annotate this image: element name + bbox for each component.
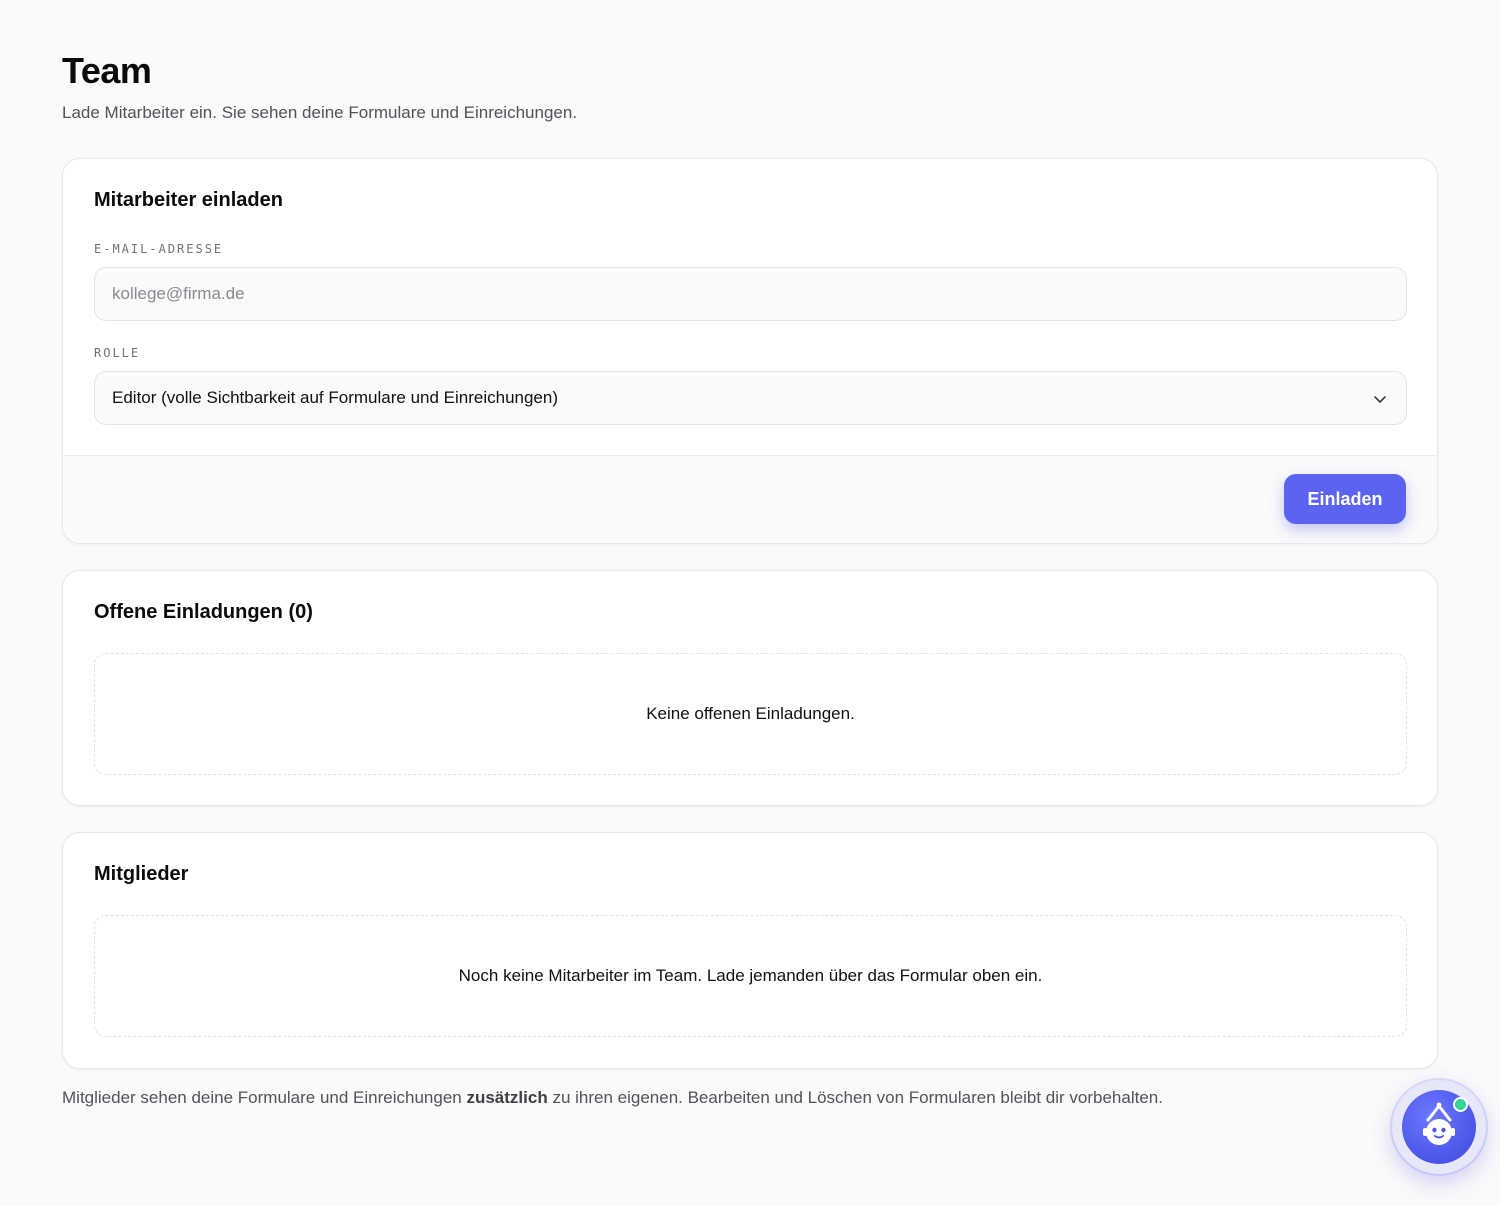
invite-card-footer: Einladen — [63, 455, 1437, 543]
members-empty-text: Noch keine Mitarbeiter im Team. Lade jem… — [458, 966, 1043, 985]
chevron-down-icon — [1374, 396, 1386, 403]
footnote-text-before: Mitglieder sehen deine Formulare und Ein… — [62, 1088, 467, 1107]
members-title: Mitglieder — [94, 863, 189, 885]
pending-invitations-title: Offene Einladungen (0) — [94, 601, 313, 623]
page-title: Team — [62, 50, 152, 91]
email-label: E-MAIL-ADRESSE — [94, 242, 224, 256]
footnote-text-after: zu ihren eigenen. Bearbeiten und Löschen… — [547, 1088, 1163, 1107]
role-label: ROLLE — [94, 346, 141, 360]
footnote-emphasis: zusätzlich — [466, 1088, 548, 1107]
members-empty-state: Noch keine Mitarbeiter im Team. Lade jem… — [94, 915, 1407, 1037]
role-select[interactable]: Editor (volle Sichtbarkeit auf Formulare… — [94, 371, 1407, 425]
invite-card: Mitarbeiter einladen E-MAIL-ADRESSE ROLL… — [62, 158, 1438, 544]
members-card: Mitglieder Noch keine Mitarbeiter im Tea… — [62, 832, 1438, 1069]
role-select-value: Editor (volle Sichtbarkeit auf Formulare… — [112, 388, 559, 407]
pending-invitations-empty-state: Keine offenen Einladungen. — [94, 653, 1407, 775]
footnote: Mitglieder sehen deine Formulare und Ein… — [62, 1088, 1362, 1108]
email-input[interactable] — [94, 267, 1407, 321]
assistant-status-dot — [1453, 1097, 1468, 1112]
pending-invitations-card: Offene Einladungen (0) Keine offenen Ein… — [62, 570, 1438, 806]
invite-card-title: Mitarbeiter einladen — [94, 189, 283, 211]
page-subtitle: Lade Mitarbeiter ein. Sie sehen deine Fo… — [62, 103, 578, 122]
invite-button[interactable]: Einladen — [1284, 474, 1406, 524]
assistant-button[interactable] — [1392, 1080, 1486, 1174]
pending-invitations-empty-text: Keine offenen Einladungen. — [646, 704, 855, 723]
